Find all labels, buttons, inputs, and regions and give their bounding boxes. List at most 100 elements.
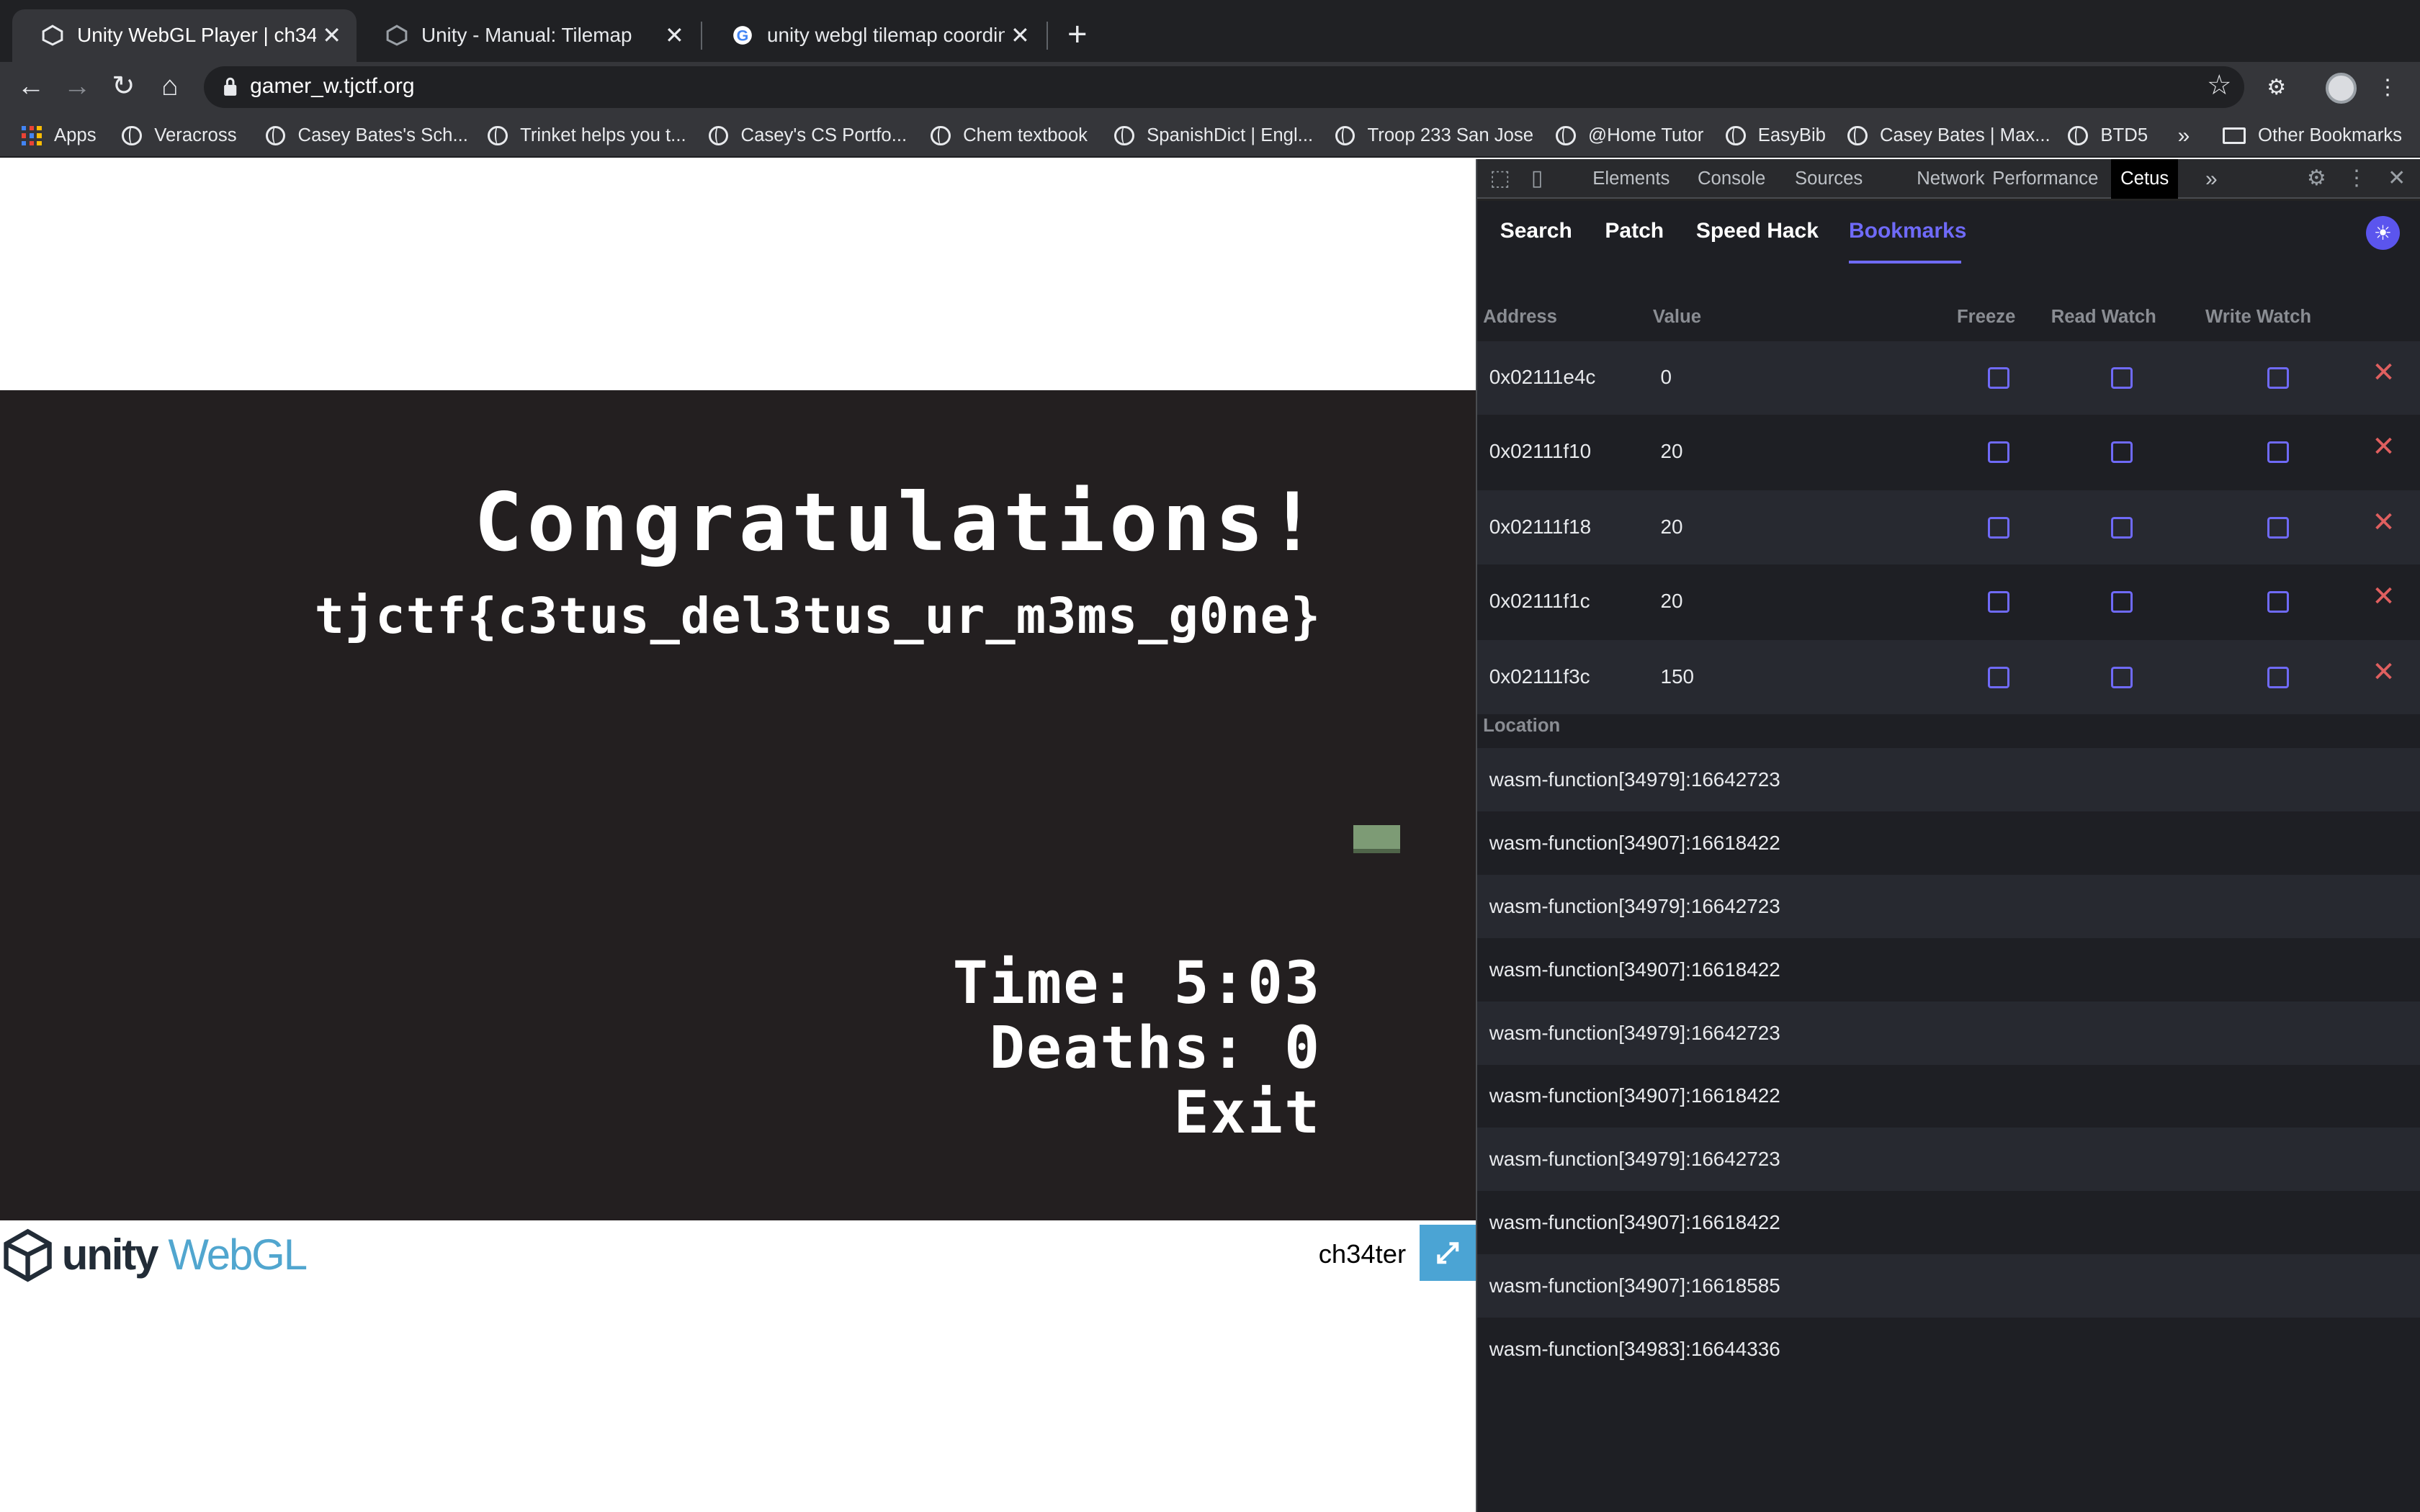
unity-game-canvas[interactable]: Congratulations! tjctf{c3tus_del3tus_ur_… xyxy=(0,390,1476,1220)
bookmark-row: 0x02111e4c 0 ✕ xyxy=(1476,341,2420,415)
location-text: wasm-function[34979]:16642723 xyxy=(1489,1148,1780,1171)
column-header-write-watch: Write Watch xyxy=(2205,307,2312,328)
inspect-element-icon[interactable]: ⬚ xyxy=(1486,165,1514,193)
devtools-tab-cetus[interactable]: Cetus xyxy=(2111,158,2179,199)
settings-gear-icon[interactable]: ⚙ xyxy=(2303,165,2331,193)
exit-button[interactable]: Exit xyxy=(1174,1079,1322,1147)
fullscreen-button[interactable] xyxy=(1420,1225,1476,1281)
read-watch-checkbox[interactable] xyxy=(2111,666,2133,688)
bookmark-label: Other Bookmarks xyxy=(2257,125,2402,146)
write-watch-checkbox[interactable] xyxy=(2267,666,2289,688)
svg-text:G: G xyxy=(736,27,748,45)
devtools-tab-console[interactable]: Console xyxy=(1688,159,1775,199)
bookmark-spanishdict[interactable]: SpanishDict | Engl... xyxy=(1114,122,1313,150)
devtools-tab-sources[interactable]: Sources xyxy=(1785,159,1872,199)
location-row[interactable]: wasm-function[34979]:16642723 xyxy=(1476,748,2420,812)
devtools-tab-elements[interactable]: Elements xyxy=(1583,159,1679,199)
close-tab-icon[interactable]: ✕ xyxy=(316,22,347,49)
location-row[interactable]: wasm-function[34907]:16618585 xyxy=(1476,1254,2420,1318)
profile-avatar[interactable] xyxy=(2326,72,2357,104)
bookmark-trinket[interactable]: Trinket helps you t... xyxy=(488,122,686,150)
devtools-tab-performance[interactable]: Performance xyxy=(1983,159,2107,199)
location-row[interactable]: wasm-function[34983]:16644336 xyxy=(1476,1317,2420,1381)
freeze-checkbox[interactable] xyxy=(1987,516,2009,539)
devtools-more-tabs[interactable]: » xyxy=(2196,159,2226,199)
close-devtools-icon[interactable]: ✕ xyxy=(2383,165,2411,193)
column-header-address: Address xyxy=(1483,307,1557,328)
tab-title: unity webgl tilemap coordinate xyxy=(766,24,1005,47)
new-tab-button[interactable]: + xyxy=(1062,15,1093,52)
bookmarks-overflow-button[interactable]: » xyxy=(2178,122,2190,150)
devtools-tab-network[interactable]: Network xyxy=(1907,159,1994,199)
bookmark-troop-233[interactable]: Troop 233 San Jose xyxy=(1335,122,1533,150)
bookmark-value[interactable]: 150 xyxy=(1661,665,1694,688)
location-row[interactable]: wasm-function[34979]:16642723 xyxy=(1476,1128,2420,1192)
bookmark-cs-portfolio[interactable]: Casey's CS Portfo... xyxy=(708,122,907,150)
bookmark-apps[interactable]: Apps xyxy=(22,122,97,150)
bookmark-casey-bates-sch[interactable]: Casey Bates's Sch... xyxy=(265,122,468,150)
write-watch-checkbox[interactable] xyxy=(2267,516,2289,539)
bookmark-casey-bates-max[interactable]: Casey Bates | Max... xyxy=(1847,122,2051,150)
bookmark-chem-textbook[interactable]: Chem textbook xyxy=(931,122,1088,150)
read-watch-checkbox[interactable] xyxy=(2111,366,2133,389)
location-row[interactable]: wasm-function[34979]:16642723 xyxy=(1476,1001,2420,1065)
bookmark-value[interactable]: 20 xyxy=(1661,440,1683,463)
write-watch-checkbox[interactable] xyxy=(2267,590,2289,613)
location-row[interactable]: wasm-function[34907]:16618422 xyxy=(1476,1191,2420,1255)
location-row[interactable]: wasm-function[34907]:16618422 xyxy=(1476,1064,2420,1128)
freeze-checkbox[interactable] xyxy=(1987,590,2009,613)
reload-button[interactable]: ↻ xyxy=(105,68,142,104)
bookmark-row: 0x02111f3c 150 ✕ xyxy=(1476,640,2420,715)
read-watch-checkbox[interactable] xyxy=(2111,590,2133,613)
cetus-nav-bookmarks[interactable]: Bookmarks xyxy=(1849,219,1966,243)
devtools-menu-icon[interactable]: ⋮ xyxy=(2343,165,2371,193)
bookmark-label: SpanishDict | Engl... xyxy=(1147,125,1314,146)
bookmark-star-icon[interactable]: ☆ xyxy=(2207,69,2232,102)
bookmark-value[interactable]: 20 xyxy=(1661,516,1683,539)
bookmark-home-tutor[interactable]: @Home Tutor xyxy=(1556,122,1703,150)
location-row[interactable]: wasm-function[34907]:16618422 xyxy=(1476,811,2420,875)
close-tab-icon[interactable]: ✕ xyxy=(1005,22,1036,49)
bookmark-easybib[interactable]: EasyBib xyxy=(1725,122,1826,150)
delete-bookmark-icon[interactable]: ✕ xyxy=(2372,657,2395,688)
cetus-nav-search[interactable]: Search xyxy=(1500,219,1572,243)
bookmark-label: Trinket helps you t... xyxy=(520,125,686,146)
close-tab-icon[interactable]: ✕ xyxy=(659,22,690,49)
bookmark-value[interactable]: 0 xyxy=(1661,366,1672,389)
write-watch-checkbox[interactable] xyxy=(2267,441,2289,463)
location-row[interactable]: wasm-function[34979]:16642723 xyxy=(1476,874,2420,938)
url-text: gamer_w.tjctf.org xyxy=(250,73,415,98)
tab-unity-webgl-player[interactable]: Unity WebGL Player | ch34ter ✕ xyxy=(12,9,357,62)
time-text: Time: 5:03 xyxy=(952,948,1322,1017)
home-button[interactable]: ⌂ xyxy=(151,68,188,104)
delete-bookmark-icon[interactable]: ✕ xyxy=(2372,431,2395,463)
tab-google-search[interactable]: G unity webgl tilemap coordinate ✕ xyxy=(702,9,1045,62)
back-button[interactable]: ← xyxy=(12,68,49,104)
extension-icon[interactable]: ⚙ xyxy=(2261,73,2292,104)
cetus-nav-speed-hack[interactable]: Speed Hack xyxy=(1696,219,1819,243)
address-bar[interactable]: gamer_w.tjctf.org ☆ xyxy=(203,66,2244,108)
player-sprite xyxy=(1353,825,1400,853)
forward-button[interactable]: → xyxy=(58,68,95,104)
cetus-nav-patch[interactable]: Patch xyxy=(1605,219,1664,243)
delete-bookmark-icon[interactable]: ✕ xyxy=(2372,357,2395,389)
bookmark-value[interactable]: 20 xyxy=(1661,590,1683,613)
bookmark-veracross[interactable]: Veracross xyxy=(122,122,237,150)
device-toolbar-icon[interactable]: ▯ xyxy=(1523,165,1551,193)
bookmark-other-bookmarks[interactable]: Other Bookmarks xyxy=(2222,122,2402,150)
location-row[interactable]: wasm-function[34907]:16618422 xyxy=(1476,937,2420,1002)
write-watch-checkbox[interactable] xyxy=(2267,366,2289,389)
read-watch-checkbox[interactable] xyxy=(2111,516,2133,539)
delete-bookmark-icon[interactable]: ✕ xyxy=(2372,581,2395,613)
browser-menu-icon[interactable]: ⋮ xyxy=(2372,73,2403,104)
tab-unity-manual[interactable]: Unity - Manual: Tilemap ✕ xyxy=(357,9,699,62)
read-watch-checkbox[interactable] xyxy=(2111,441,2133,463)
theme-toggle-sun-icon[interactable]: ☀ xyxy=(2365,215,2400,251)
freeze-checkbox[interactable] xyxy=(1987,666,2009,688)
freeze-checkbox[interactable] xyxy=(1987,366,2009,389)
location-text: wasm-function[34907]:16618585 xyxy=(1489,1274,1780,1297)
bookmark-btd5[interactable]: BTD5 xyxy=(2068,122,2148,150)
tab-separator xyxy=(1046,22,1048,50)
freeze-checkbox[interactable] xyxy=(1987,441,2009,463)
delete-bookmark-icon[interactable]: ✕ xyxy=(2372,507,2395,539)
